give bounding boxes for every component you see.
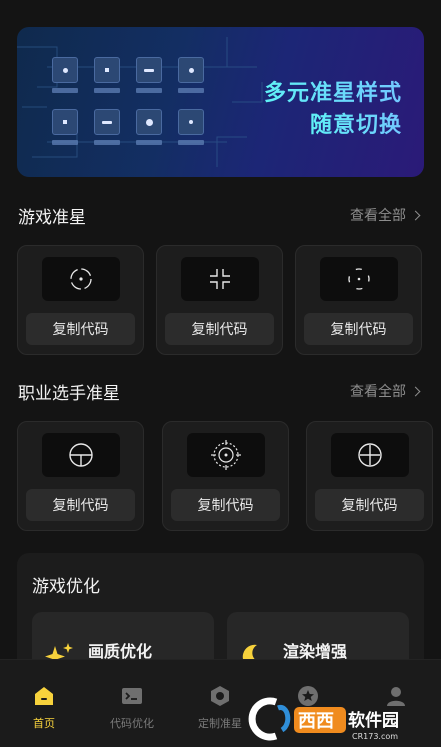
banner-thumb	[94, 57, 120, 83]
copy-code-button[interactable]: 复制代码	[165, 313, 274, 345]
copy-code-button[interactable]: 复制代码	[26, 313, 135, 345]
banner-thumb-caption	[94, 88, 120, 93]
banner-thumb-caption	[178, 88, 204, 93]
hexagon-icon	[211, 686, 229, 706]
copy-code-button[interactable]: 复制代码	[304, 313, 413, 345]
crosshair-preview	[319, 257, 398, 301]
section-title-game-crosshair: 游戏准星	[18, 208, 86, 228]
banner-thumb	[178, 57, 204, 83]
svg-text:软件园: 软件园	[348, 710, 399, 731]
target-crosshair-icon	[210, 440, 241, 470]
banner-thumb-caption	[52, 88, 78, 93]
nav-item-label: 首页	[33, 717, 55, 730]
home-icon	[35, 687, 53, 705]
dashed-circle-crosshair-icon	[347, 268, 370, 290]
crosshair-card[interactable]: 复制代码	[17, 245, 144, 355]
crosshair-card[interactable]: 复制代码	[17, 421, 144, 531]
banner-headline-1: 多元准星样式	[264, 75, 402, 107]
view-all-label: 查看全部	[350, 208, 406, 224]
banner-thumb-caption	[136, 88, 162, 93]
watermark-logo: 西西 软件园 CR173.com	[248, 697, 399, 741]
circle-dot-crosshair-icon	[69, 268, 92, 290]
banner-thumb	[52, 109, 78, 135]
banner-thumb	[94, 109, 120, 135]
banner-thumb-caption	[94, 140, 120, 145]
crosshair-card[interactable]: 复制代码	[162, 421, 289, 531]
banner-thumb	[136, 109, 162, 135]
copy-code-button[interactable]: 复制代码	[171, 489, 280, 521]
crosshair-card[interactable]: 复制代码	[156, 245, 283, 355]
banner-thumb-caption	[136, 140, 162, 145]
nav-item-label: 代码优化	[110, 717, 154, 730]
crosshair-card[interactable]: 复制代码	[306, 421, 433, 531]
view-all-label: 查看全部	[350, 384, 406, 400]
bracket-crosshair-icon	[209, 269, 230, 289]
crosshair-preview	[41, 257, 120, 301]
crosshair-preview	[180, 257, 259, 301]
nav-item-code-optimize[interactable]: 代码优化	[88, 660, 176, 747]
banner-thumb	[52, 57, 78, 83]
banner-headline-2: 随意切换	[310, 107, 402, 139]
svg-text:西西: 西西	[298, 711, 334, 732]
circle-cross-crosshair-icon	[357, 443, 382, 467]
banner-thumb	[178, 109, 204, 135]
chevron-right-icon	[410, 210, 421, 220]
copy-code-button[interactable]: 复制代码	[315, 489, 424, 521]
svg-text:CR173.com: CR173.com	[352, 732, 398, 741]
view-all-game-crosshair[interactable]: 查看全部	[350, 205, 421, 225]
section-title-game-optimize: 游戏优化	[32, 577, 100, 597]
terminal-icon	[122, 688, 142, 704]
nav-item-home[interactable]: 首页	[0, 660, 88, 747]
section-title-pro-crosshair: 职业选手准星	[18, 384, 120, 404]
crosshair-card[interactable]: 复制代码	[295, 245, 422, 355]
promo-banner[interactable]: 多元准星样式 随意切换	[17, 27, 424, 177]
crosshair-preview	[330, 433, 409, 477]
banner-thumb-caption	[52, 140, 78, 145]
banner-thumb-caption	[178, 140, 204, 145]
banner-thumb	[136, 57, 162, 83]
crosshair-preview	[186, 433, 265, 477]
copy-code-button[interactable]: 复制代码	[26, 489, 135, 521]
chevron-right-icon	[410, 386, 421, 396]
view-all-pro-crosshair[interactable]: 查看全部	[350, 381, 421, 401]
crosshair-preview	[41, 433, 120, 477]
scope-crosshair-icon	[68, 443, 93, 467]
